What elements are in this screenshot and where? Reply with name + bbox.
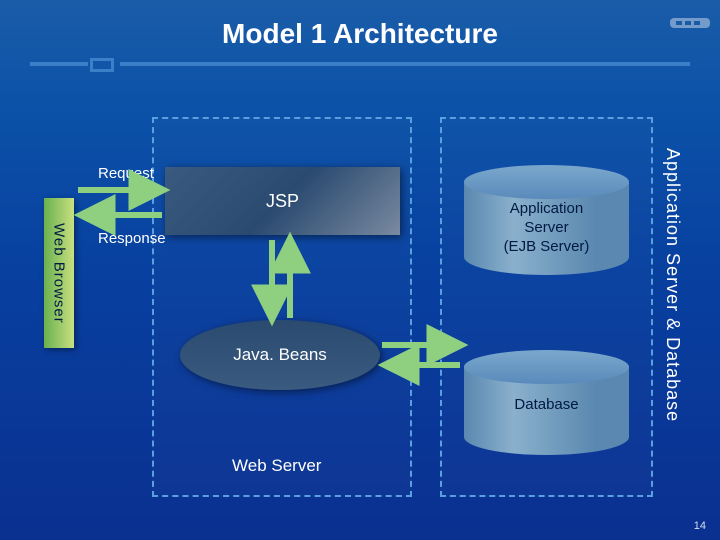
request-label: Request [98,165,154,182]
jsp-component: JSP [165,167,400,235]
app-server-db-label: Application Server & Database [662,148,683,422]
response-label: Response [98,230,166,247]
application-server-cylinder: Application Server (EJB Server) [464,165,629,280]
app-server-line2: Server [524,219,568,236]
app-server-line1: Application [510,200,583,217]
page-title: Model 1 Architecture [0,0,720,50]
database-label: Database [464,396,629,415]
database-cylinder: Database [464,350,629,460]
title-underline [30,62,690,72]
app-server-line3: (EJB Server) [504,238,590,255]
logo-icon [670,10,710,36]
page-number: 14 [694,520,706,532]
javabeans-component: Java. Beans [180,320,380,390]
web-browser-label: Web Browser [44,198,74,348]
web-server-label: Web Server [232,456,321,476]
